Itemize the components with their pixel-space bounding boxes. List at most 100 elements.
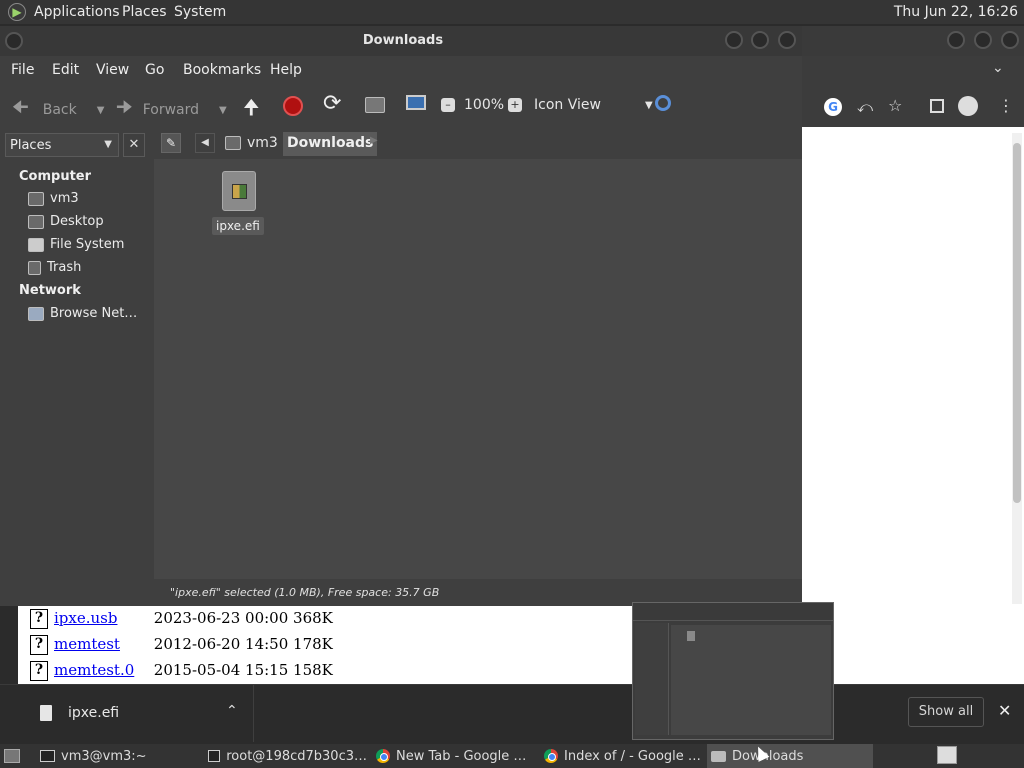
places-menu[interactable]: Places <box>122 4 167 20</box>
minimize-icon[interactable] <box>947 31 965 49</box>
menu-help[interactable]: Help <box>270 62 302 78</box>
window-title: Downloads <box>362 33 444 48</box>
sidebar-item-label: File System <box>50 237 125 252</box>
menu-view[interactable]: View <box>96 62 129 78</box>
google-icon[interactable]: G <box>824 98 842 116</box>
list-item: ? ipxe.usb 2023-06-23 00:00 368K <box>30 609 333 629</box>
file-item[interactable]: ipxe.efi <box>212 171 268 237</box>
browser-menu-icon[interactable]: ⋮ <box>998 96 1014 115</box>
file-size: 368K <box>293 609 333 627</box>
browser-page <box>802 127 1024 684</box>
list-item: ? memtest.0 2015-05-04 15:15 158K <box>30 661 333 681</box>
show-all-button[interactable]: Show all <box>908 697 984 727</box>
task-terminal-vm3[interactable]: vm3@vm3:~ <box>36 744 196 768</box>
show-desktop-icon[interactable] <box>4 749 20 763</box>
close-icon[interactable] <box>778 31 796 49</box>
file-link[interactable]: memtest.0 <box>54 661 149 679</box>
gnome-foot-icon[interactable]: ▶ <box>8 3 26 21</box>
home-icon[interactable] <box>365 97 385 113</box>
sidebar: Places ▼ ✕ Computer vm3 Desktop File Sys… <box>0 129 152 579</box>
window-thumbnail-preview[interactable] <box>632 602 834 740</box>
close-sidebar-icon[interactable]: ✕ <box>123 133 145 157</box>
menu-edit[interactable]: Edit <box>52 62 79 78</box>
bookmark-star-icon[interactable]: ☆ <box>888 96 902 115</box>
home-folder-icon <box>225 136 241 150</box>
up-arrow-icon[interactable]: 🠉 <box>243 93 260 127</box>
close-icon[interactable] <box>1001 31 1019 49</box>
unknown-file-icon: ? <box>30 609 48 629</box>
titlebar[interactable]: Downloads <box>0 26 802 56</box>
menu-bookmarks[interactable]: Bookmarks <box>183 62 261 78</box>
trash-icon <box>28 260 41 275</box>
dropdown-arrow-icon[interactable]: ▼ <box>97 105 105 116</box>
search-icon[interactable] <box>655 95 671 111</box>
back-label: Back <box>42 102 77 118</box>
status-text: "ipxe.efi" selected (1.0 MB), Free space… <box>170 586 440 599</box>
menu-file[interactable]: File <box>11 62 34 78</box>
scrollbar[interactable] <box>1012 133 1022 673</box>
file-date: 2012-06-20 14:50 <box>153 635 289 653</box>
workspace-switcher-icon[interactable] <box>937 746 957 764</box>
binary-file-icon <box>222 171 256 211</box>
sidebar-item-desktop[interactable]: Desktop <box>28 214 104 229</box>
dropdown-arrow-icon[interactable]: ▼ <box>219 105 227 116</box>
computer-icon[interactable] <box>406 95 426 110</box>
menu-go[interactable]: Go <box>145 62 164 78</box>
share-icon[interactable]: ⤺ <box>857 98 873 116</box>
dropdown-arrow-icon: ▼ <box>644 99 653 111</box>
section-computer: Computer <box>19 169 92 184</box>
back-button[interactable]: 🠈 Back ▼ <box>12 95 104 125</box>
maximize-icon[interactable] <box>751 31 769 49</box>
maximize-icon[interactable] <box>974 31 992 49</box>
sidebar-item-vm3[interactable]: vm3 <box>28 191 79 206</box>
breadcrumb-vm3[interactable]: vm3 <box>221 132 282 154</box>
zoom-out-icon[interactable]: – <box>441 98 455 112</box>
task-terminal-root[interactable]: root@198cd7b30c3… <box>205 744 367 768</box>
task-label: New Tab - Google … <box>396 748 527 764</box>
view-mode-select[interactable]: Icon View ▼ <box>534 97 653 113</box>
breadcrumb-downloads[interactable]: Downloads <box>283 132 378 156</box>
system-menu[interactable]: System <box>174 4 226 20</box>
breadcrumb-label: vm3 <box>247 135 278 151</box>
folder-icon <box>711 750 726 762</box>
forward-button[interactable]: 🠊 Forward ▼ <box>116 95 227 125</box>
stop-icon[interactable] <box>283 96 303 116</box>
view-mode-label: Icon View <box>534 97 601 113</box>
thumbnail-menubar <box>633 603 833 621</box>
sidebar-item-label: vm3 <box>50 191 79 206</box>
task-chrome-new-tab[interactable]: New Tab - Google … <box>373 744 535 768</box>
forward-arrow-icon: 🠊 <box>116 97 133 118</box>
file-view[interactable]: ipxe.efi <box>154 159 802 579</box>
reload-icon[interactable]: ⟳ <box>323 91 341 116</box>
terminal-icon <box>40 750 55 762</box>
sidebar-item-trash[interactable]: Trash <box>28 260 81 275</box>
network-icon <box>28 306 44 321</box>
task-downloads[interactable]: Downloads <box>707 744 873 768</box>
scrollbar-thumb[interactable] <box>1013 143 1021 503</box>
top-panel: ▶ Applications Places System Thu Jun 22,… <box>0 0 1024 24</box>
toggle-location-entry-icon[interactable]: ✎ <box>161 133 181 153</box>
zoom-in-icon[interactable]: + <box>508 98 522 112</box>
minimize-icon[interactable] <box>725 31 743 49</box>
side-panel-icon[interactable] <box>930 99 944 113</box>
clock[interactable]: Thu Jun 22, 16:26 <box>894 4 1018 20</box>
tab-list-chevron-icon[interactable]: ⌄ <box>992 60 1004 76</box>
profile-avatar-icon[interactable] <box>958 96 978 116</box>
task-chrome-index[interactable]: Index of / - Google … <box>541 744 703 768</box>
places-selector[interactable]: Places ▼ <box>5 133 119 157</box>
file-link[interactable]: memtest <box>54 635 149 653</box>
home-folder-icon <box>28 191 44 206</box>
sidebar-item-file-system[interactable]: File System <box>28 237 124 252</box>
breadcrumb-right-arrow-icon[interactable]: ▶ <box>370 135 378 146</box>
close-download-bar-icon[interactable]: ✕ <box>998 701 1011 720</box>
chrome-icon <box>376 749 390 763</box>
sidebar-item-browse-network[interactable]: Browse Net… <box>28 306 137 321</box>
task-label: Index of / - Google … <box>564 748 701 764</box>
breadcrumb-left-arrow-icon[interactable]: ◀ <box>195 133 215 153</box>
download-item[interactable]: ipxe.efi ⌃ <box>18 685 254 742</box>
menubar: File Edit View Go Bookmarks Help <box>0 56 802 84</box>
file-link[interactable]: ipxe.usb <box>54 609 149 627</box>
back-arrow-icon: 🠈 <box>12 97 29 118</box>
applications-menu[interactable]: Applications <box>34 4 120 20</box>
chevron-up-icon[interactable]: ⌃ <box>226 703 238 719</box>
